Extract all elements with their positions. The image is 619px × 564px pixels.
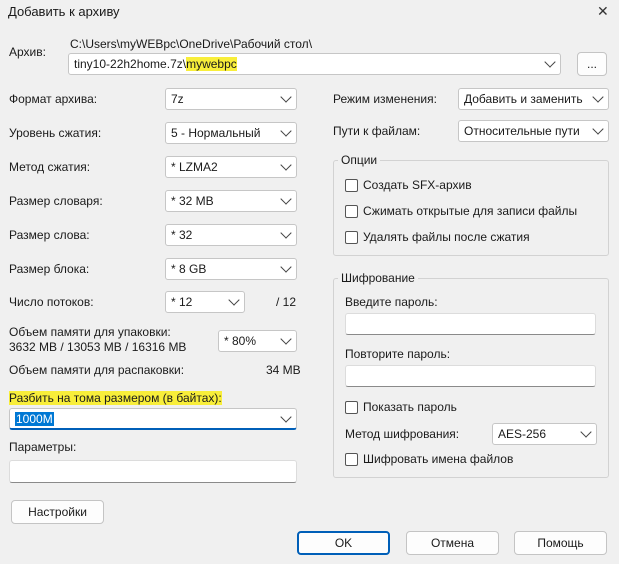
archive-name-prefix: tiny10-22h2home.7z\ xyxy=(74,57,187,71)
split-label-text: Разбить на тома размером (в байтах): xyxy=(9,391,222,405)
format-combo[interactable]: 7z xyxy=(165,88,297,110)
level-combo[interactable]: 5 - Нормальный xyxy=(165,122,297,144)
word-label: Размер слова: xyxy=(9,228,90,242)
chevron-down-icon xyxy=(592,123,604,135)
split-combo[interactable]: 1000M xyxy=(9,408,297,430)
checkbox-icon xyxy=(345,231,358,244)
block-combo[interactable]: * 8 GB xyxy=(165,258,297,280)
checkbox-icon xyxy=(345,401,358,414)
path-mode-label: Пути к файлам: xyxy=(333,124,421,138)
archive-label: Архив: xyxy=(9,45,46,59)
chevron-down-icon xyxy=(280,125,292,137)
archive-path: C:\Users\myWEBpc\OneDrive\Рабочий стол\ xyxy=(70,37,313,51)
settings-button[interactable]: Настройки xyxy=(11,500,104,524)
word-combo[interactable]: * 32 xyxy=(165,224,297,246)
help-button[interactable]: Помощь xyxy=(514,531,607,555)
chevron-down-icon xyxy=(544,56,556,68)
block-value: * 8 GB xyxy=(171,262,207,276)
delete-label: Удалять файлы после сжатия xyxy=(363,230,530,244)
word-value: * 32 xyxy=(171,228,193,242)
enc-method-combo[interactable]: AES-256 xyxy=(492,423,597,445)
checkbox-icon xyxy=(345,205,358,218)
split-label: Разбить на тома размером (в байтах): xyxy=(9,391,222,405)
shared-label: Сжимать открытые для записи файлы xyxy=(363,204,578,218)
close-icon[interactable]: ✕ xyxy=(597,3,609,20)
method-value: * LZMA2 xyxy=(171,160,218,174)
mem-pack-values: 3632 MB / 13053 MB / 16316 MB xyxy=(9,340,187,354)
archive-name-combo[interactable]: tiny10-22h2home.7z\mywebpc xyxy=(68,53,561,75)
threads-label: Число потоков: xyxy=(9,295,94,309)
params-label: Параметры: xyxy=(9,440,77,454)
options-title: Опции xyxy=(338,153,381,167)
show-password-label: Показать пароль xyxy=(363,400,457,414)
mem-pack-label: Объем памяти для упаковки: xyxy=(9,325,171,339)
chevron-down-icon xyxy=(280,333,292,345)
format-value: 7z xyxy=(171,92,184,106)
chevron-down-icon xyxy=(280,411,292,423)
checkbox-icon xyxy=(345,179,358,192)
dict-label: Размер словаря: xyxy=(9,194,103,208)
window-title: Добавить к архиву xyxy=(8,4,120,19)
threads-max: / 12 xyxy=(276,295,297,309)
enc-method-value: AES-256 xyxy=(498,427,547,441)
params-input[interactable] xyxy=(9,460,297,483)
dict-combo[interactable]: * 32 MB xyxy=(165,190,297,212)
format-label: Формат архива: xyxy=(9,92,98,106)
chevron-down-icon xyxy=(280,159,292,171)
method-combo[interactable]: * LZMA2 xyxy=(165,156,297,178)
encrypt-names-label: Шифровать имена файлов xyxy=(363,452,514,466)
sfx-label: Создать SFX-архив xyxy=(363,178,472,192)
chevron-down-icon xyxy=(280,193,292,205)
repeat-password-label: Повторите пароль: xyxy=(345,347,451,361)
password-label: Введите пароль: xyxy=(345,295,438,309)
mem-percent-value: * 80% xyxy=(224,334,257,348)
repeat-password-input[interactable] xyxy=(345,365,596,387)
mem-unpack-value: 34 MB xyxy=(266,363,301,377)
chevron-down-icon xyxy=(280,91,292,103)
update-mode-combo[interactable]: Добавить и заменить xyxy=(458,88,609,110)
browse-button[interactable]: ... xyxy=(577,52,607,76)
block-label: Размер блока: xyxy=(9,262,90,276)
level-value: 5 - Нормальный xyxy=(171,126,261,140)
path-mode-value: Относительные пути xyxy=(464,124,580,138)
update-mode-label: Режим изменения: xyxy=(333,92,437,106)
path-mode-combo[interactable]: Относительные пути xyxy=(458,120,609,142)
chevron-down-icon xyxy=(280,227,292,239)
ok-button[interactable]: OK xyxy=(297,531,390,555)
split-value: 1000M xyxy=(15,412,54,426)
mem-percent-combo[interactable]: * 80% xyxy=(218,330,297,352)
chevron-down-icon xyxy=(592,91,604,103)
encryption-title: Шифрование xyxy=(338,271,418,285)
level-label: Уровень сжатия: xyxy=(9,126,102,140)
dict-value: * 32 MB xyxy=(171,194,214,208)
chevron-down-icon xyxy=(580,426,592,438)
chevron-down-icon xyxy=(280,261,292,273)
threads-combo[interactable]: * 12 xyxy=(165,291,245,313)
threads-value: * 12 xyxy=(171,295,193,309)
checkbox-icon xyxy=(345,453,358,466)
password-input[interactable] xyxy=(345,313,596,335)
enc-method-label: Метод шифрования: xyxy=(345,427,460,441)
method-label: Метод сжатия: xyxy=(9,160,91,174)
update-mode-value: Добавить и заменить xyxy=(464,92,583,106)
mem-unpack-label: Объем памяти для распаковки: xyxy=(9,363,185,377)
archive-name-highlight: mywebpc xyxy=(186,57,237,71)
cancel-button[interactable]: Отмена xyxy=(406,531,499,555)
chevron-down-icon xyxy=(228,294,240,306)
